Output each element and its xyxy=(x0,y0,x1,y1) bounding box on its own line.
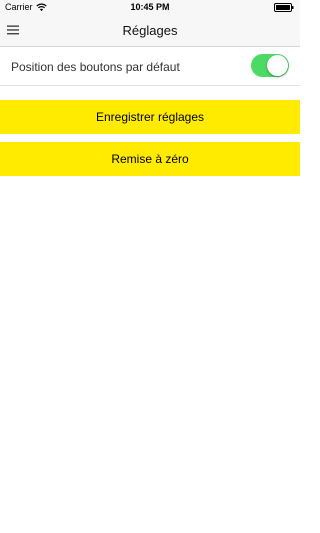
status-bar: Carrier 10:45 PM xyxy=(0,0,300,14)
navigation-bar: Réglages xyxy=(0,14,300,47)
settings-row-default-button-position: Position des boutons par défaut xyxy=(0,48,300,86)
reset-button[interactable]: Remise à zéro xyxy=(0,142,300,176)
default-button-position-toggle[interactable] xyxy=(251,54,289,77)
toggle-knob xyxy=(267,55,288,76)
page-title: Réglages xyxy=(122,23,178,38)
battery-icon xyxy=(274,3,294,12)
default-button-position-label: Position des boutons par défaut xyxy=(11,60,180,74)
status-time: 10:45 PM xyxy=(130,2,170,12)
save-settings-button[interactable]: Enregistrer réglages xyxy=(0,100,300,134)
